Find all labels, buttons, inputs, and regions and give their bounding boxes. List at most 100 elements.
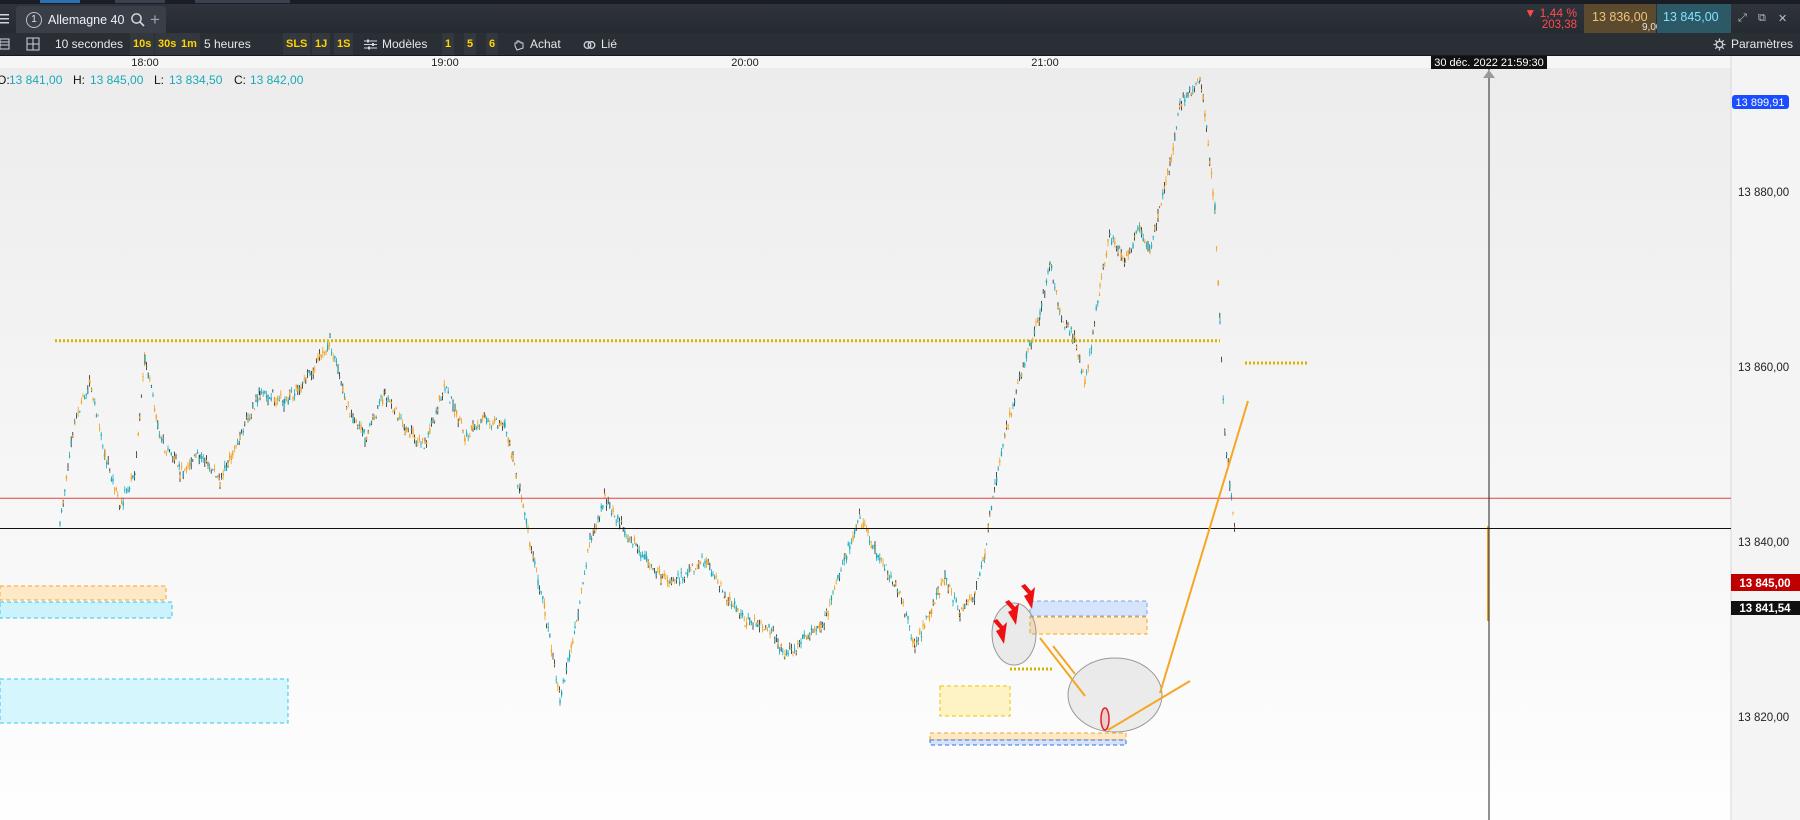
- candle-body: [1006, 424, 1008, 428]
- candle-body: [772, 630, 774, 632]
- popout-icon[interactable]: ⧉: [1758, 12, 1766, 25]
- candle-body: [80, 401, 83, 404]
- candle-body: [588, 546, 591, 547]
- demand-zone-lower[interactable]: [0, 678, 289, 724]
- candle-body: [703, 564, 705, 566]
- candle-body: [374, 416, 376, 418]
- candle-body: [814, 628, 816, 630]
- zone-blue-upper[interactable]: [1029, 600, 1148, 617]
- candle-body: [844, 554, 846, 559]
- candle-body: [424, 441, 426, 444]
- candle-body: [834, 587, 836, 589]
- candle-body: [169, 449, 171, 451]
- range-1s-button[interactable]: 1S: [334, 33, 354, 55]
- price-chart[interactable]: 30 déc. 2022 21:59:30 18:00 19:00 20:00 21:…: [0, 56, 1800, 820]
- interval-select[interactable]: 10 secondes: [55, 33, 123, 55]
- candle-body: [409, 434, 411, 438]
- settings-button[interactable]: Paramètres: [1713, 33, 1793, 55]
- candle-body: [591, 537, 593, 540]
- add-tab-plus-icon[interactable]: +: [150, 10, 160, 30]
- candle-body: [837, 575, 839, 579]
- preset-1-button[interactable]: 1: [442, 33, 455, 55]
- candle-body: [1151, 245, 1153, 247]
- bid-price: 13 836,00: [1592, 10, 1648, 24]
- range-select[interactable]: 5 heures: [204, 33, 251, 55]
- candle-body: [727, 601, 729, 603]
- supply-zone-orange[interactable]: [0, 585, 167, 601]
- candle-body: [241, 431, 243, 433]
- candle-body: [1169, 159, 1171, 162]
- alert-price-tag-label: 13 899,91: [1736, 97, 1785, 109]
- candle-body: [1082, 371, 1084, 372]
- candle-body: [1165, 180, 1167, 182]
- candle-body: [1049, 264, 1051, 268]
- search-icon[interactable]: [130, 12, 146, 28]
- candle-body: [202, 457, 204, 459]
- red-marker-ellipse[interactable]: [1100, 707, 1110, 731]
- candle-body: [1129, 249, 1131, 251]
- candle-body: [685, 573, 687, 575]
- candle-body: [224, 465, 226, 469]
- linked-button[interactable]: Lié: [583, 33, 617, 55]
- candle-body: [184, 469, 186, 471]
- candle-body: [892, 584, 894, 586]
- close-icon[interactable]: ✕: [1778, 12, 1787, 25]
- range-1j-button[interactable]: 1J: [312, 33, 331, 55]
- zone-bottom-orange[interactable]: [929, 732, 1127, 741]
- list-icon[interactable]: [0, 38, 10, 50]
- candle-body: [1042, 292, 1044, 294]
- circle-annotation-bottom[interactable]: [1067, 657, 1163, 733]
- candle-body: [212, 469, 214, 470]
- candle-body: [729, 596, 731, 601]
- candle-body: [402, 422, 404, 424]
- consolidation-zone[interactable]: [939, 685, 1011, 717]
- candle-body: [885, 564, 887, 566]
- candle-body: [1077, 355, 1079, 358]
- models-button[interactable]: Modèles: [364, 33, 427, 55]
- candle-body: [610, 513, 613, 515]
- candle-body: [624, 530, 626, 536]
- ask-price-button[interactable]: 13 845,00: [1657, 4, 1731, 33]
- interval-30s-button[interactable]: 30s: [155, 33, 180, 55]
- interval-10s-button[interactable]: 10s: [130, 33, 155, 55]
- candle-body: [914, 646, 916, 650]
- candle-body: [62, 500, 64, 504]
- candle-body: [754, 618, 756, 620]
- buy-button[interactable]: Achat: [513, 33, 561, 55]
- zone-orange-upper[interactable]: [1029, 616, 1148, 635]
- candle-body: [290, 390, 293, 392]
- candle-body: [712, 574, 714, 576]
- hamburger-menu-icon[interactable]: [0, 13, 10, 25]
- zone-bottom-blue[interactable]: [929, 739, 1127, 746]
- demand-zone-cyan[interactable]: [0, 601, 173, 619]
- candle-body: [660, 578, 662, 584]
- candle-body: [122, 502, 124, 506]
- candle-body: [909, 625, 911, 627]
- interval-1m-button[interactable]: 1m: [178, 33, 200, 55]
- preset-6-button[interactable]: 6: [486, 33, 499, 55]
- candle-body: [506, 431, 508, 434]
- candle-body: [752, 623, 754, 626]
- candle-body: [663, 573, 665, 577]
- range-sls-button[interactable]: SLS: [283, 33, 311, 55]
- candle-body: [564, 680, 566, 682]
- candle-body: [904, 616, 906, 618]
- candle-body: [172, 457, 174, 459]
- candle-body: [446, 387, 448, 389]
- candle-body: [1167, 169, 1169, 172]
- preset-5-button[interactable]: 5: [464, 33, 477, 55]
- candle-body: [735, 606, 737, 612]
- candle-body: [849, 546, 851, 550]
- tab-instrument[interactable]: 1 Allemagne 40: [16, 6, 166, 33]
- candle-body: [720, 583, 722, 584]
- chart-canvas[interactable]: 30 déc. 2022 21:59:30 18:00 19:00 20:00 21:…: [0, 56, 1800, 820]
- candle-body: [655, 571, 657, 577]
- candle-body: [125, 488, 128, 490]
- candle-body: [470, 425, 473, 430]
- expand-icon[interactable]: ⤢: [1738, 12, 1747, 25]
- candle-body: [1114, 241, 1116, 245]
- layout-grid-icon[interactable]: [26, 37, 40, 51]
- candle-body: [219, 482, 221, 487]
- candle-body: [142, 376, 144, 377]
- candle-body: [500, 421, 502, 425]
